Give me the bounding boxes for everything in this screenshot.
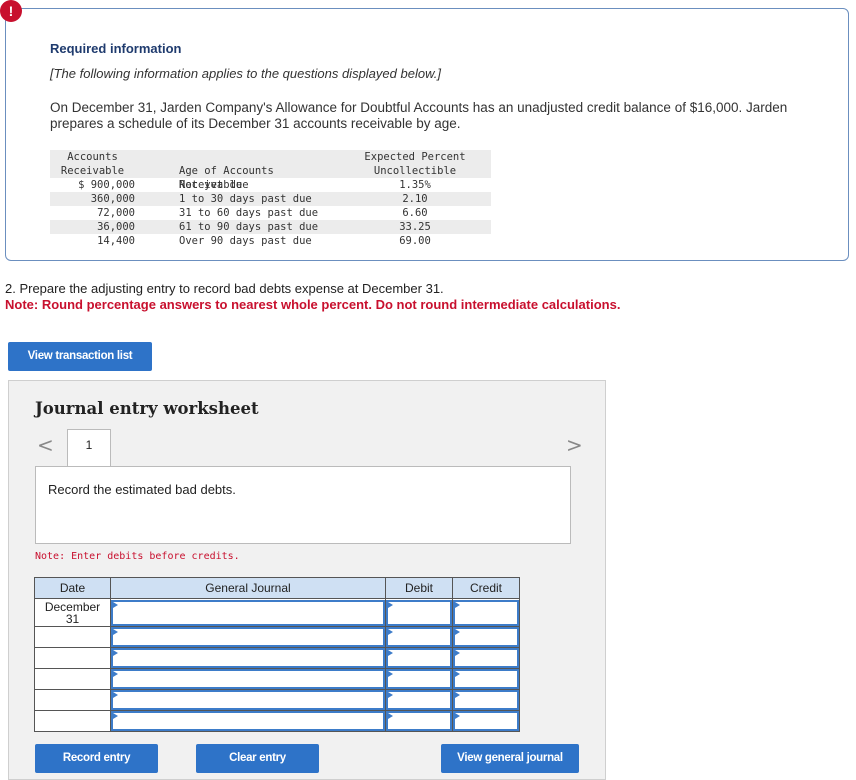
column-header-credit: Credit <box>452 577 520 599</box>
chevron-right-icon[interactable]: > <box>566 433 583 457</box>
clear-entry-button[interactable]: Clear entry <box>196 744 319 773</box>
header-age: Age of Accounts Receivable <box>179 165 274 191</box>
debit-field[interactable] <box>385 647 453 669</box>
aging-row: $ 900,000 Not yet due 1.35% <box>50 178 491 192</box>
account-field[interactable] <box>110 710 386 732</box>
column-header-general-journal: General Journal <box>110 577 386 599</box>
amount-cell: 72,000 <box>97 207 135 219</box>
aging-schedule-table: Accounts Expected Percent Receivable Age… <box>50 150 491 248</box>
journal-row <box>34 668 520 690</box>
journal-row <box>34 710 520 732</box>
journal-row <box>34 647 520 669</box>
account-field[interactable] <box>110 598 386 627</box>
chevron-left-icon[interactable]: < <box>37 433 54 457</box>
date-cell <box>34 626 111 648</box>
header-expected-percent-line1: Expected Percent <box>364 151 466 163</box>
date-cell: December 31 <box>34 598 111 627</box>
amount-cell: 14,400 <box>97 235 135 247</box>
aging-row: 72,000 31 to 60 days past due 6.60 <box>50 206 491 220</box>
required-info-note: [The following information applies to th… <box>50 66 441 81</box>
required-info-panel: Required information [The following info… <box>5 8 849 261</box>
required-info-text: On December 31, Jarden Company's Allowan… <box>50 100 788 131</box>
amount-cell: $ 900,000 <box>78 179 135 191</box>
worksheet-note: Note: Enter debits before credits. <box>35 551 240 562</box>
date-month: December <box>44 599 101 614</box>
age-cell: Not yet due <box>179 179 249 191</box>
aging-row: 36,000 61 to 90 days past due 33.25 <box>50 220 491 234</box>
instruction-text: Record the estimated bad debts. <box>48 482 236 497</box>
account-field[interactable] <box>110 668 386 690</box>
aging-header: Accounts Expected Percent Receivable Age… <box>50 150 491 191</box>
journal-row <box>34 626 520 648</box>
age-cell: 1 to 30 days past due <box>179 193 312 205</box>
debit-field[interactable] <box>385 598 453 627</box>
journal-row: December 31 <box>34 598 520 627</box>
instruction-box: Record the estimated bad debts. <box>35 466 571 544</box>
record-entry-button[interactable]: Record entry <box>35 744 158 773</box>
header-accounts-receivable-line2: Receivable <box>60 165 125 177</box>
credit-field[interactable] <box>452 626 520 648</box>
view-transaction-list-button[interactable]: View transaction list <box>8 342 152 371</box>
pct-cell: 1.35% <box>399 179 431 191</box>
journal-row <box>34 689 520 711</box>
credit-field[interactable] <box>452 647 520 669</box>
credit-field[interactable] <box>452 710 520 732</box>
credit-field[interactable] <box>452 689 520 711</box>
age-cell: 61 to 90 days past due <box>179 221 319 233</box>
pct-cell: 69.00 <box>399 235 431 247</box>
journal-entry-worksheet: Journal entry worksheet < > 1 Record the… <box>8 380 606 780</box>
age-cell: Over 90 days past due <box>179 235 312 247</box>
account-field[interactable] <box>110 647 386 669</box>
date-cell <box>34 668 111 690</box>
question-text: 2. Prepare the adjusting entry to record… <box>5 281 444 296</box>
date-day: 31 <box>65 611 80 626</box>
required-info-title: Required information <box>50 41 182 56</box>
pct-cell: 33.25 <box>399 221 431 233</box>
date-cell <box>34 647 111 669</box>
journal-table: Date General Journal Debit Credit Decemb… <box>34 577 520 732</box>
question-note: Note: Round percentage answers to neares… <box>5 297 621 312</box>
account-field[interactable] <box>110 689 386 711</box>
worksheet-title: Journal entry worksheet <box>35 399 259 418</box>
age-cell: 31 to 60 days past due <box>179 207 319 219</box>
alert-icon: ! <box>0 0 22 22</box>
header-accounts-receivable-line1: Accounts <box>67 151 118 163</box>
debit-field[interactable] <box>385 689 453 711</box>
debit-field[interactable] <box>385 668 453 690</box>
column-header-date: Date <box>34 577 111 599</box>
aging-row: 360,000 1 to 30 days past due 2.10 <box>50 192 491 206</box>
pct-cell: 6.60 <box>402 207 428 219</box>
column-header-debit: Debit <box>385 577 453 599</box>
amount-cell: 36,000 <box>97 221 135 233</box>
amount-cell: 360,000 <box>90 193 135 205</box>
credit-field[interactable] <box>452 598 520 627</box>
aging-row: 14,400 Over 90 days past due 69.00 <box>50 234 491 248</box>
account-field[interactable] <box>110 626 386 648</box>
debit-field[interactable] <box>385 626 453 648</box>
date-cell <box>34 710 111 732</box>
worksheet-tab-1[interactable]: 1 <box>67 429 111 467</box>
view-general-journal-button[interactable]: View general journal <box>441 744 579 773</box>
debit-field[interactable] <box>385 710 453 732</box>
header-expected-percent-line2: Uncollectible <box>373 165 457 177</box>
credit-field[interactable] <box>452 668 520 690</box>
pct-cell: 2.10 <box>402 193 428 205</box>
date-cell <box>34 689 111 711</box>
